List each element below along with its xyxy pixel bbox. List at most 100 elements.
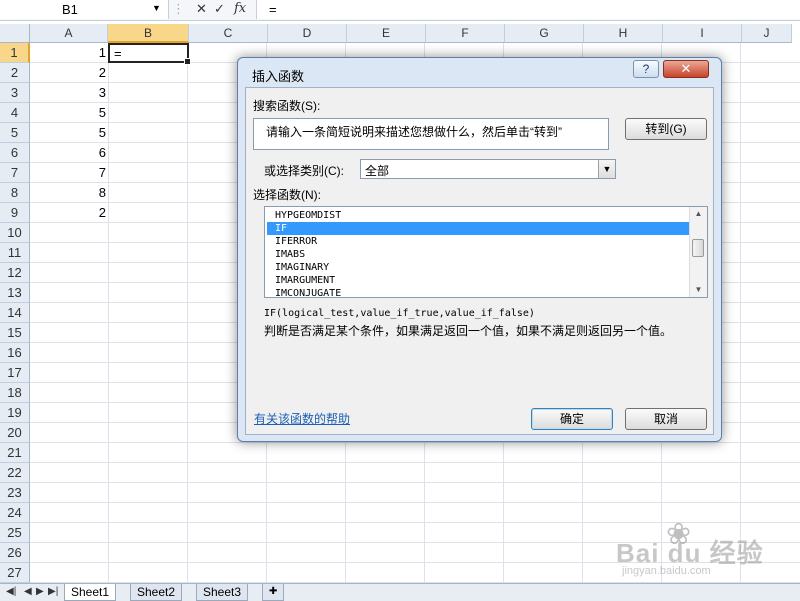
row-header[interactable]: 20 [0,423,30,443]
list-scrollbar[interactable]: ▲ ▼ [689,207,707,297]
function-list-item[interactable]: IMCONJUGATE [267,287,689,297]
category-select[interactable]: 全部 ▼ [360,159,616,179]
cell-value[interactable]: 3 [30,83,106,103]
cancel-icon[interactable]: ✕ [196,1,207,17]
row-header[interactable]: 16 [0,343,30,363]
cell-value[interactable]: 6 [30,143,106,163]
row-header[interactable]: 26 [0,543,30,563]
ok-button[interactable]: 确定 [531,408,613,430]
function-list[interactable]: HYPGEOMDIST IF IFERROR IMABS IMAGINARY IMARGU… [264,206,708,298]
row-header[interactable]: 7 [0,163,30,183]
go-button[interactable]: 转到(G) [625,118,707,140]
function-description: 判断是否满足某个条件，如果满足返回一个值，如果不满足则返回另一个值。 [264,324,673,338]
formula-input[interactable]: = [256,0,800,19]
row-header[interactable]: 15 [0,323,30,343]
formula-text: = [269,2,277,17]
last-sheet-icon[interactable]: ▶| [48,586,58,597]
scroll-thumb[interactable] [692,239,704,257]
next-sheet-icon[interactable]: ▶ [36,586,44,597]
prev-sheet-icon[interactable]: ◀ [24,586,32,597]
baidu-watermark: ❀ Bai du 经验 jingyan.baidu.com [608,518,798,583]
cell-value[interactable]: 2 [30,63,106,83]
column-header[interactable]: H [584,24,663,43]
first-sheet-icon[interactable]: ◀| [6,586,16,597]
function-list-label: 选择函数(N): [253,188,321,202]
function-list-item[interactable]: IF [267,222,689,235]
formula-bar: B1 ▼ ⋮ ✕ ✓ fx = [0,0,800,21]
category-label: 或选择类别(C): [264,164,344,178]
chevron-down-icon[interactable]: ▼ [598,160,615,178]
close-button[interactable]: ✕ [663,60,709,78]
row-header[interactable]: 13 [0,283,30,303]
row-header[interactable]: 17 [0,363,30,383]
column-header[interactable]: A [30,24,108,43]
function-list-item[interactable]: IFERROR [267,235,689,248]
function-list-item[interactable]: IMAGINARY [267,261,689,274]
help-button[interactable]: ? [633,60,659,78]
row-header[interactable]: 23 [0,483,30,503]
cancel-button[interactable]: 取消 [625,408,707,430]
row-header[interactable]: 12 [0,263,30,283]
row-header[interactable]: 22 [0,463,30,483]
search-label: 搜索函数(S): [253,99,321,113]
cell-value[interactable]: 5 [30,123,106,143]
active-cell-content: = [114,46,122,61]
dialog-body: 搜索函数(S): 请输入一条简短说明来描述您想做什么，然后单击“转到” 转到(G… [245,87,714,435]
enter-icon[interactable]: ✓ [214,1,225,17]
name-box-dropdown-icon[interactable]: ▼ [152,3,161,13]
column-header[interactable]: D [268,24,347,43]
sheet-tab-2[interactable]: Sheet2 [130,584,183,601]
sheet-tab-3[interactable]: Sheet3 [196,584,249,601]
insert-function-icon[interactable]: fx [234,1,246,16]
row-header[interactable]: 21 [0,443,30,463]
function-syntax: IF(logical_test,value_if_true,value_if_f… [264,308,535,319]
row-header[interactable]: 11 [0,243,30,263]
row-header[interactable]: 25 [0,523,30,543]
row-header[interactable]: 3 [0,83,30,103]
column-header[interactable]: B [108,24,189,43]
column-header[interactable]: F [426,24,505,43]
insert-sheet-icon[interactable]: ✚ [262,584,285,601]
sheet-tab-1[interactable]: Sheet1 [64,584,117,601]
function-list-item[interactable]: IMARGUMENT [267,274,689,287]
scroll-down-icon[interactable]: ▼ [690,283,707,297]
row-header[interactable]: 24 [0,503,30,523]
function-help-link[interactable]: 有关该函数的帮助 [254,410,350,427]
search-input-text: 请输入一条简短说明来描述您想做什么，然后单击“转到” [266,125,562,139]
row-header[interactable]: 4 [0,103,30,123]
active-cell[interactable]: = [108,43,191,65]
column-header[interactable]: E [347,24,426,43]
fill-handle[interactable] [184,58,191,65]
row-header[interactable]: 8 [0,183,30,203]
cell-value[interactable]: 2 [30,203,106,223]
row-header[interactable]: 5 [0,123,30,143]
cell-value[interactable]: 5 [30,103,106,123]
row-header[interactable]: 1 [0,43,30,63]
row-header[interactable]: 9 [0,203,30,223]
column-header[interactable]: I [663,24,742,43]
function-list-item[interactable]: IMABS [267,248,689,261]
row-header[interactable]: 19 [0,403,30,423]
row-header[interactable]: 10 [0,223,30,243]
function-list-item[interactable]: HYPGEOMDIST [267,209,689,222]
row-header[interactable]: 2 [0,63,30,83]
row-header[interactable]: 18 [0,383,30,403]
column-header[interactable]: J [742,24,792,43]
row-header[interactable]: 6 [0,143,30,163]
search-input[interactable]: 请输入一条简短说明来描述您想做什么，然后单击“转到” [253,118,609,150]
select-all-corner[interactable] [0,24,30,43]
insert-function-dialog: 插入函数 ? ✕ 搜索函数(S): 请输入一条简短说明来描述您想做什么，然后单击… [237,57,722,442]
column-header[interactable]: G [505,24,584,43]
formula-buttons: ⋮ ✕ ✓ fx [170,0,254,19]
cell-value[interactable]: 1 [30,43,106,63]
row-header[interactable]: 27 [0,563,30,583]
column-header[interactable]: C [189,24,268,43]
cell-value[interactable]: 8 [30,183,106,203]
name-box[interactable]: B1 ▼ [0,0,169,19]
more-icon: ⋮ [172,1,185,16]
name-box-value: B1 [62,2,78,17]
row-header[interactable]: 14 [0,303,30,323]
scroll-up-icon[interactable]: ▲ [690,207,707,221]
dialog-title: 插入函数 [252,69,305,84]
cell-value[interactable]: 7 [30,163,106,183]
